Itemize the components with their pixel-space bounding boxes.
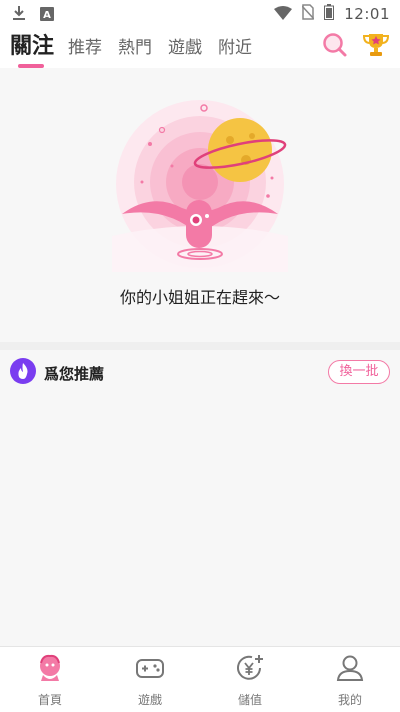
recommend-section: 爲您推薦 換一批 xyxy=(0,350,400,646)
tab-nearby[interactable]: 附近 xyxy=(218,34,252,62)
wifi-icon xyxy=(274,5,293,24)
bottom-nav-label: 儲值 xyxy=(237,693,262,707)
bottom-nav: 首頁 遊戲 儲值 我的 xyxy=(0,646,400,712)
status-bar: A 12:01 xyxy=(0,0,400,28)
no-sim-icon xyxy=(301,4,315,24)
svg-text:A: A xyxy=(43,10,51,21)
tab-games[interactable]: 遊戲 xyxy=(168,34,202,62)
bottom-nav-label: 首頁 xyxy=(37,693,62,707)
top-nav: 關注 推荐 熱門 遊戲 附近 xyxy=(0,28,400,68)
bottom-nav-games[interactable]: 遊戲 xyxy=(100,647,200,712)
planet-illustration xyxy=(112,100,288,272)
yen-recharge-icon xyxy=(235,653,265,687)
home-icon xyxy=(35,653,65,687)
bottom-nav-label: 遊戲 xyxy=(137,693,162,707)
recommend-header: 爲您推薦 換一批 xyxy=(10,358,390,388)
empty-state-message: 你的小姐姐正在趕來～ xyxy=(119,288,280,307)
tab-recommend[interactable]: 推荐 xyxy=(68,34,102,62)
gamepad-icon xyxy=(135,653,165,687)
flame-icon xyxy=(10,358,36,388)
tab-following[interactable]: 關注 xyxy=(10,32,54,68)
battery-icon xyxy=(324,4,335,24)
profile-icon xyxy=(335,653,365,687)
download-icon xyxy=(12,5,26,25)
search-icon[interactable] xyxy=(322,32,348,62)
bottom-nav-label: 我的 xyxy=(337,693,362,707)
top-tabs: 關注 推荐 熱門 遊戲 附近 xyxy=(10,32,268,68)
bottom-nav-recharge[interactable]: 儲值 xyxy=(200,647,300,712)
tab-hot[interactable]: 熱門 xyxy=(118,34,152,62)
status-time: 12:01 xyxy=(344,5,390,23)
bottom-nav-profile[interactable]: 我的 xyxy=(300,647,400,712)
bottom-nav-home[interactable]: 首頁 xyxy=(0,647,100,712)
section-divider xyxy=(0,342,400,350)
keyboard-a-icon: A xyxy=(40,6,54,25)
refresh-batch-button[interactable]: 換一批 xyxy=(328,360,390,384)
following-empty-state: 你的小姐姐正在趕來～ xyxy=(0,68,400,342)
trophy-icon[interactable] xyxy=(362,32,390,62)
recommend-title: 爲您推薦 xyxy=(44,364,105,383)
